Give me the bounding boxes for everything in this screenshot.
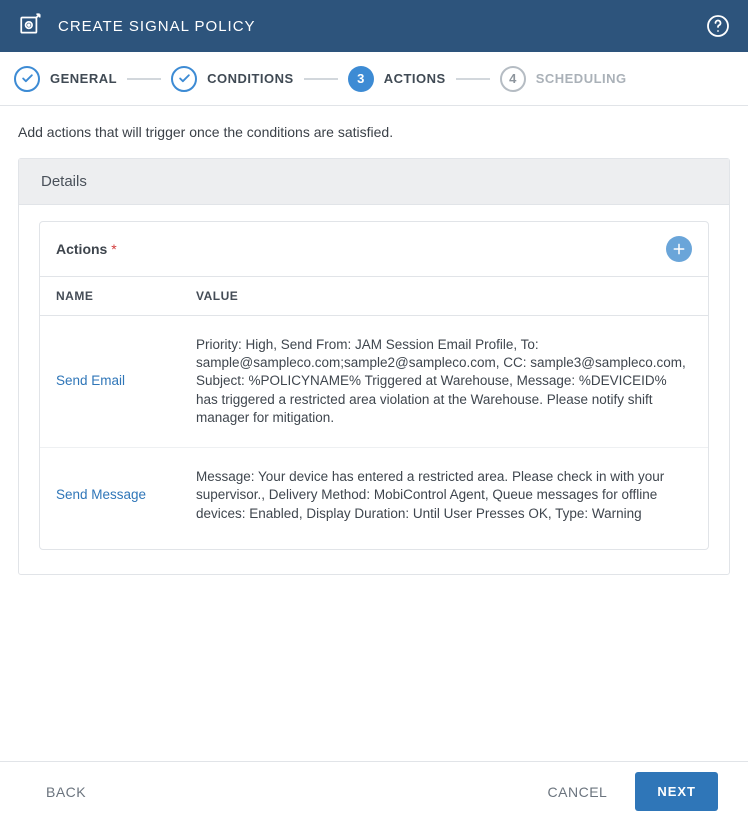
dialog-header: CREATE SIGNAL POLICY bbox=[0, 0, 748, 52]
action-name-link[interactable]: Send Email bbox=[56, 372, 196, 390]
col-value: VALUE bbox=[196, 289, 692, 303]
content-area: Add actions that will trigger once the c… bbox=[0, 106, 748, 761]
step-description: Add actions that will trigger once the c… bbox=[18, 124, 730, 140]
card-title-text: Actions bbox=[56, 241, 107, 257]
step-label: SCHEDULING bbox=[536, 71, 627, 86]
step-connector bbox=[127, 78, 161, 80]
dialog-footer: BACK CANCEL NEXT bbox=[0, 761, 748, 821]
check-icon bbox=[21, 72, 34, 85]
step-scheduling[interactable]: 4 SCHEDULING bbox=[500, 66, 627, 92]
step-connector bbox=[304, 78, 338, 80]
signal-policy-icon bbox=[18, 11, 44, 42]
add-action-button[interactable] bbox=[666, 236, 692, 262]
action-value: Priority: High, Send From: JAM Session E… bbox=[196, 336, 692, 427]
wizard-stepper: GENERAL CONDITIONS 3 ACTIONS 4 SCHEDULIN… bbox=[0, 52, 748, 106]
table-header: NAME VALUE bbox=[40, 277, 708, 316]
card-title: Actions * bbox=[56, 241, 117, 257]
help-icon[interactable] bbox=[706, 14, 730, 38]
dialog-title: CREATE SIGNAL POLICY bbox=[58, 18, 256, 35]
step-actions[interactable]: 3 ACTIONS bbox=[348, 66, 446, 92]
step-connector bbox=[456, 78, 490, 80]
step-label: GENERAL bbox=[50, 71, 117, 86]
step-number: 4 bbox=[500, 66, 526, 92]
panel-heading: Details bbox=[19, 159, 729, 205]
actions-card: Actions * NAME VALUE Send Email Priority… bbox=[39, 221, 709, 550]
step-number: 3 bbox=[348, 66, 374, 92]
details-panel: Details Actions * NAME VALUE Sen bbox=[18, 158, 730, 575]
step-conditions[interactable]: CONDITIONS bbox=[171, 66, 294, 92]
cancel-button[interactable]: CANCEL bbox=[548, 784, 608, 800]
step-general[interactable]: GENERAL bbox=[14, 66, 117, 92]
required-asterisk: * bbox=[111, 241, 116, 257]
col-name: NAME bbox=[56, 289, 196, 303]
plus-icon bbox=[672, 242, 686, 256]
back-button[interactable]: BACK bbox=[46, 784, 86, 800]
table-row: Send Email Priority: High, Send From: JA… bbox=[40, 316, 708, 448]
step-label: CONDITIONS bbox=[207, 71, 294, 86]
action-name-link[interactable]: Send Message bbox=[56, 486, 196, 504]
action-value: Message: Your device has entered a restr… bbox=[196, 468, 692, 523]
table-row: Send Message Message: Your device has en… bbox=[40, 448, 708, 549]
next-button[interactable]: NEXT bbox=[635, 772, 718, 811]
step-label: ACTIONS bbox=[384, 71, 446, 86]
check-icon bbox=[178, 72, 191, 85]
